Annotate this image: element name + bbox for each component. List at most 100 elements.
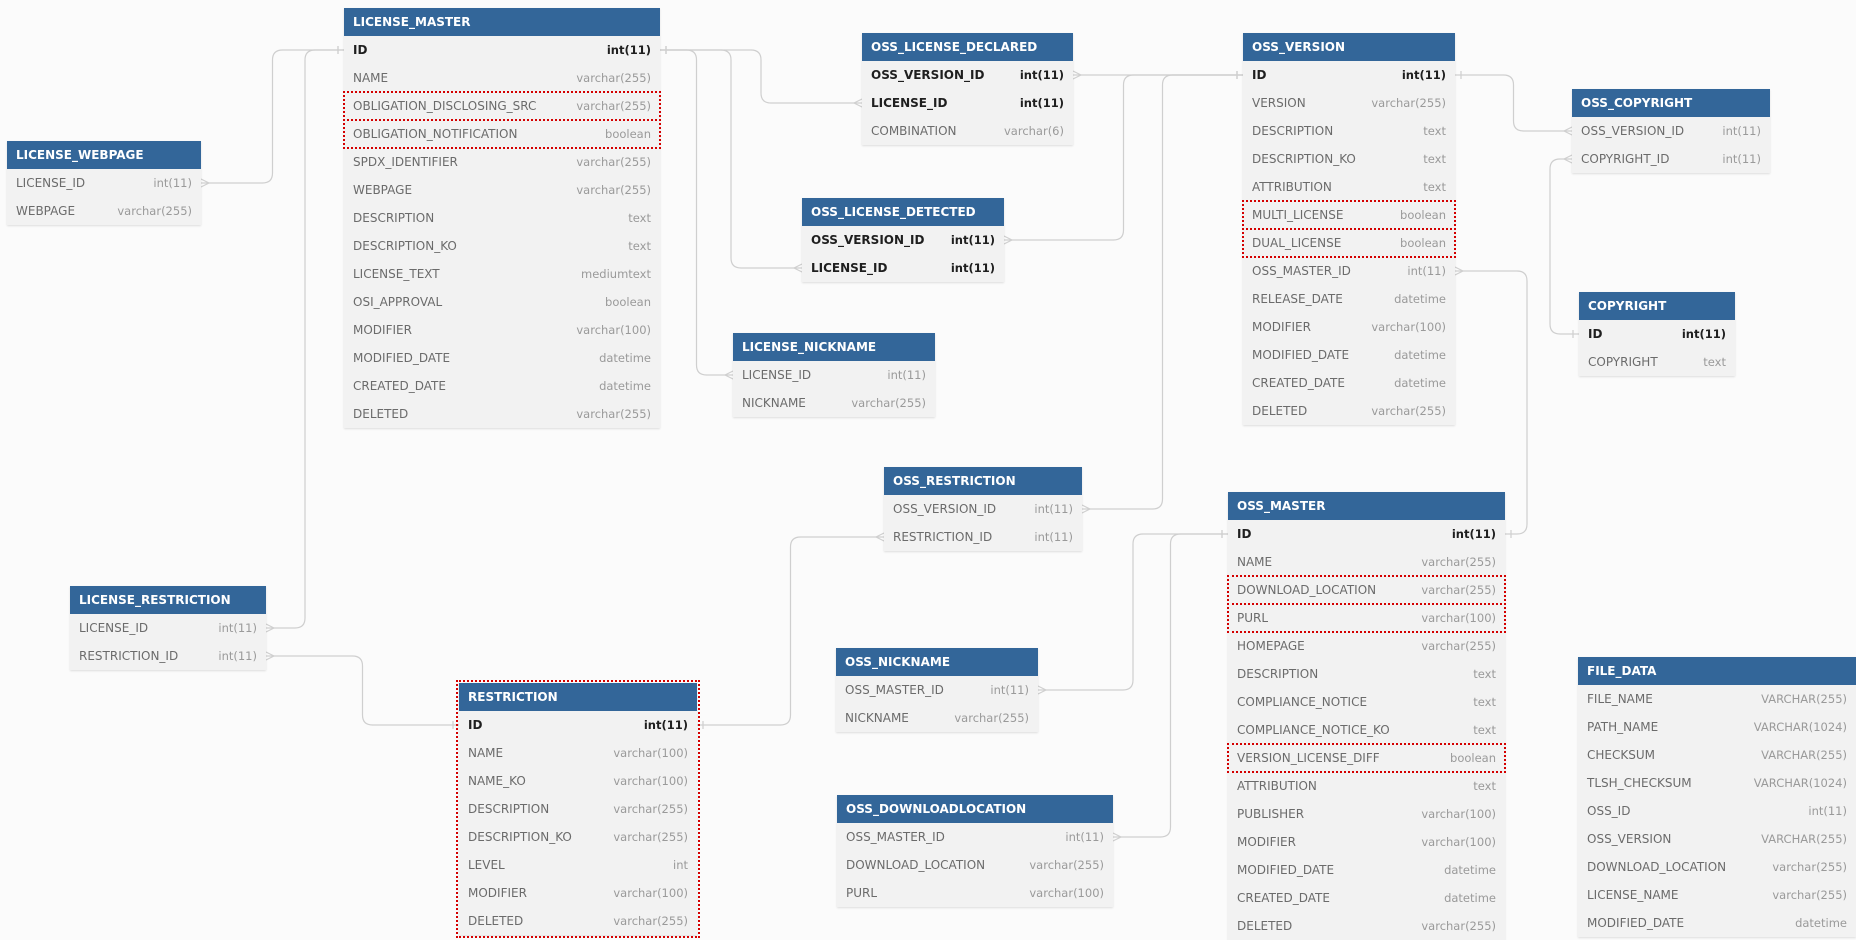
field-row[interactable]: ID int(11): [459, 711, 697, 739]
table-oss-version[interactable]: OSS_VERSION ID int(11) VERSION varchar(255) D…: [1242, 33, 1456, 425]
table-oss-downloadlocation[interactable]: OSS_DOWNLOADLOCATION OSS_MASTER_ID int(11)…: [837, 795, 1113, 907]
field-row[interactable]: ID int(11): [1243, 61, 1455, 89]
field-row[interactable]: NAME varchar(255): [1228, 548, 1505, 576]
field-row[interactable]: OSS_VERSION VARCHAR(255): [1578, 825, 1856, 853]
field-row[interactable]: LICENSE_ID int(11): [733, 361, 935, 389]
table-title[interactable]: OSS_DOWNLOADLOCATION: [837, 795, 1113, 823]
field-row[interactable]: LICENSE_NAME varchar(255): [1578, 881, 1856, 909]
field-row[interactable]: COMPLIANCE_NOTICE_KO text: [1228, 716, 1505, 744]
field-row[interactable]: ID int(11): [1579, 320, 1735, 348]
table-license-webpage[interactable]: LICENSE_WEBPAGE LICENSE_ID int(11) WEBPAGE v…: [7, 141, 201, 225]
field-row[interactable]: OBLIGATION_DISCLOSING_SRC varchar(255): [343, 91, 661, 121]
table-title[interactable]: LICENSE_WEBPAGE: [7, 141, 201, 169]
field-row[interactable]: CREATED_DATE datetime: [1243, 369, 1455, 397]
table-license-nickname[interactable]: LICENSE_NICKNAME LICENSE_ID int(11) NICKNAM…: [733, 333, 935, 417]
field-row[interactable]: OSS_ID int(11): [1578, 797, 1856, 825]
field-row[interactable]: NAME varchar(255): [344, 64, 660, 92]
field-row[interactable]: CREATED_DATE datetime: [344, 372, 660, 400]
field-row[interactable]: DESCRIPTION text: [1228, 660, 1505, 688]
field-row[interactable]: TLSH_CHECKSUM VARCHAR(1024): [1578, 769, 1856, 797]
table-oss-copyright[interactable]: OSS_COPYRIGHT OSS_VERSION_ID int(11) COPYRI…: [1572, 89, 1770, 173]
field-row[interactable]: SPDX_IDENTIFIER varchar(255): [344, 148, 660, 176]
table-title[interactable]: OSS_LICENSE_DETECTED: [802, 198, 1004, 226]
table-title[interactable]: LICENSE_MASTER: [344, 8, 660, 36]
field-row[interactable]: DESCRIPTION_KO varchar(255): [459, 823, 697, 851]
field-row[interactable]: PURL varchar(100): [837, 879, 1113, 907]
table-copyright[interactable]: COPYRIGHT ID int(11) COPYRIGHT text: [1579, 292, 1735, 376]
field-row[interactable]: NICKNAME varchar(255): [733, 389, 935, 417]
field-row[interactable]: VERSION_LICENSE_DIFF boolean: [1227, 743, 1506, 773]
field-row[interactable]: PURL varchar(100): [1227, 603, 1506, 633]
field-row[interactable]: COPYRIGHT text: [1579, 348, 1735, 376]
field-row[interactable]: DESCRIPTION varchar(255): [459, 795, 697, 823]
table-oss-license-detected[interactable]: OSS_LICENSE_DETECTED OSS_VERSION_ID int(11…: [802, 198, 1004, 282]
field-row[interactable]: WEBPAGE varchar(255): [344, 176, 660, 204]
field-row[interactable]: LICENSE_TEXT mediumtext: [344, 260, 660, 288]
field-row[interactable]: CHECKSUM VARCHAR(255): [1578, 741, 1856, 769]
field-row[interactable]: ATTRIBUTION text: [1228, 772, 1505, 800]
field-row[interactable]: DELETED varchar(255): [344, 400, 660, 428]
table-file-data[interactable]: FILE_DATA FILE_NAME VARCHAR(255) PATH_NAME V…: [1578, 657, 1856, 937]
table-title[interactable]: OSS_RESTRICTION: [884, 467, 1082, 495]
field-row[interactable]: OSI_APPROVAL boolean: [344, 288, 660, 316]
field-row[interactable]: DUAL_LICENSE boolean: [1242, 228, 1456, 258]
field-row[interactable]: OBLIGATION_NOTIFICATION boolean: [343, 119, 661, 149]
field-row[interactable]: ID int(11): [1228, 520, 1505, 548]
field-row[interactable]: RESTRICTION_ID int(11): [70, 642, 266, 670]
field-row[interactable]: HOMEPAGE varchar(255): [1228, 632, 1505, 660]
field-row[interactable]: OSS_VERSION_ID int(11): [1572, 117, 1770, 145]
table-title[interactable]: OSS_VERSION: [1243, 33, 1455, 61]
field-row[interactable]: NAME varchar(100): [459, 739, 697, 767]
field-row[interactable]: MODIFIER varchar(100): [344, 316, 660, 344]
field-row[interactable]: ID int(11): [344, 36, 660, 64]
table-oss-restriction[interactable]: OSS_RESTRICTION OSS_VERSION_ID int(11) REST…: [884, 467, 1082, 551]
table-title[interactable]: LICENSE_RESTRICTION: [70, 586, 266, 614]
field-row[interactable]: DOWNLOAD_LOCATION varchar(255): [837, 851, 1113, 879]
field-row[interactable]: DESCRIPTION_KO text: [1243, 145, 1455, 173]
table-title[interactable]: OSS_NICKNAME: [836, 648, 1038, 676]
field-row[interactable]: PATH_NAME VARCHAR(1024): [1578, 713, 1856, 741]
field-row[interactable]: RELEASE_DATE datetime: [1243, 285, 1455, 313]
field-row[interactable]: DELETED varchar(255): [1228, 912, 1505, 940]
field-row[interactable]: LICENSE_ID int(11): [70, 614, 266, 642]
field-row[interactable]: VERSION varchar(255): [1243, 89, 1455, 117]
field-row[interactable]: DELETED varchar(255): [1243, 397, 1455, 425]
field-row[interactable]: RESTRICTION_ID int(11): [884, 523, 1082, 551]
field-row[interactable]: NAME_KO varchar(100): [459, 767, 697, 795]
field-row[interactable]: FILE_NAME VARCHAR(255): [1578, 685, 1856, 713]
field-row[interactable]: DOWNLOAD_LOCATION varchar(255): [1227, 575, 1506, 605]
table-oss-license-declared[interactable]: OSS_LICENSE_DECLARED OSS_VERSION_ID int(11…: [862, 33, 1073, 145]
field-row[interactable]: WEBPAGE varchar(255): [7, 197, 201, 225]
table-license-restriction[interactable]: LICENSE_RESTRICTION LICENSE_ID int(11) REST…: [70, 586, 266, 670]
field-row[interactable]: LICENSE_ID int(11): [802, 254, 1004, 282]
field-row[interactable]: NICKNAME varchar(255): [836, 704, 1038, 732]
field-row[interactable]: OSS_VERSION_ID int(11): [802, 226, 1004, 254]
field-row[interactable]: MODIFIED_DATE datetime: [1228, 856, 1505, 884]
field-row[interactable]: COMPLIANCE_NOTICE text: [1228, 688, 1505, 716]
table-oss-nickname[interactable]: OSS_NICKNAME OSS_MASTER_ID int(11) NICKNAME…: [836, 648, 1038, 732]
table-title[interactable]: FILE_DATA: [1578, 657, 1856, 685]
field-row[interactable]: MODIFIED_DATE datetime: [1243, 341, 1455, 369]
table-title[interactable]: OSS_MASTER: [1228, 492, 1505, 520]
field-row[interactable]: ATTRIBUTION text: [1243, 173, 1455, 201]
field-row[interactable]: DOWNLOAD_LOCATION varchar(255): [1578, 853, 1856, 881]
field-row[interactable]: MODIFIED_DATE datetime: [344, 344, 660, 372]
field-row[interactable]: MODIFIER varchar(100): [459, 879, 697, 907]
field-row[interactable]: MODIFIER varchar(100): [1228, 828, 1505, 856]
table-title[interactable]: LICENSE_NICKNAME: [733, 333, 935, 361]
field-row[interactable]: OSS_MASTER_ID int(11): [837, 823, 1113, 851]
field-row[interactable]: DESCRIPTION_KO text: [344, 232, 660, 260]
field-row[interactable]: MODIFIER varchar(100): [1243, 313, 1455, 341]
field-row[interactable]: CREATED_DATE datetime: [1228, 884, 1505, 912]
field-row[interactable]: LICENSE_ID int(11): [7, 169, 201, 197]
field-row[interactable]: OSS_VERSION_ID int(11): [884, 495, 1082, 523]
field-row[interactable]: PUBLISHER varchar(100): [1228, 800, 1505, 828]
table-title[interactable]: OSS_LICENSE_DECLARED: [862, 33, 1073, 61]
field-row[interactable]: COPYRIGHT_ID int(11): [1572, 145, 1770, 173]
field-row[interactable]: MULTI_LICENSE boolean: [1242, 200, 1456, 230]
table-title[interactable]: COPYRIGHT: [1579, 292, 1735, 320]
field-row[interactable]: DESCRIPTION text: [344, 204, 660, 232]
field-row[interactable]: OSS_VERSION_ID int(11): [862, 61, 1073, 89]
field-row[interactable]: MODIFIED_DATE datetime: [1578, 909, 1856, 937]
field-row[interactable]: OSS_MASTER_ID int(11): [1243, 257, 1455, 285]
